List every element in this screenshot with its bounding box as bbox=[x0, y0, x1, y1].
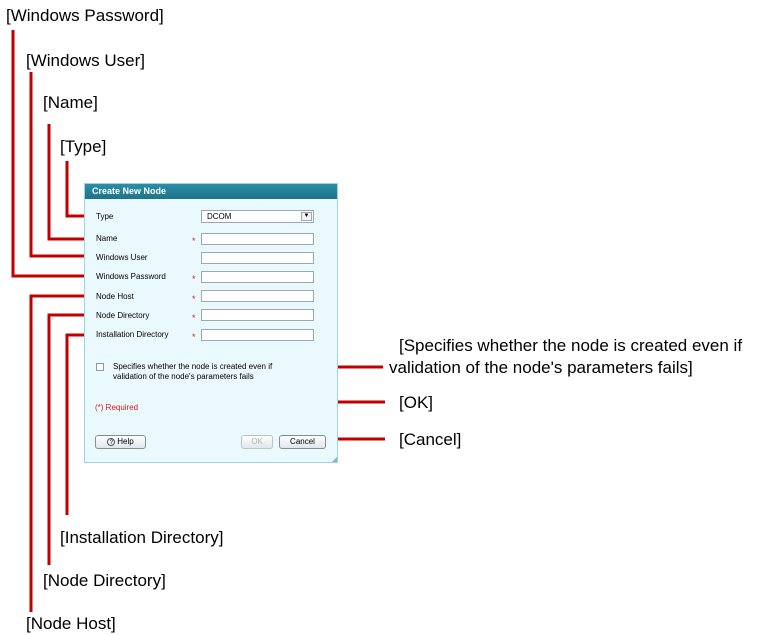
callout-node-host: [Node Host] bbox=[26, 614, 116, 633]
callout-cancel: [Cancel] bbox=[399, 430, 462, 449]
windows-password-label: Windows Password bbox=[96, 272, 166, 281]
resize-handle[interactable] bbox=[332, 457, 337, 462]
callout-node-directory: [Node Directory] bbox=[43, 571, 166, 590]
node-directory-input[interactable] bbox=[201, 309, 314, 321]
windows-password-input[interactable] bbox=[201, 271, 314, 283]
chevron-down-icon[interactable]: ▼ bbox=[301, 212, 312, 221]
type-select[interactable]: DCOM ▼ bbox=[201, 210, 314, 223]
required-mark-node-directory: * bbox=[192, 313, 196, 323]
installation-directory-input[interactable] bbox=[201, 329, 314, 341]
callout-specifies-line2: validation of the node's parameters fail… bbox=[389, 358, 693, 377]
name-label: Name bbox=[96, 234, 118, 243]
required-mark-name: * bbox=[192, 236, 196, 246]
callout-ok: [OK] bbox=[399, 393, 434, 412]
callout-windows-user: [Windows User] bbox=[26, 51, 146, 70]
callout-windows-password: [Windows Password] bbox=[6, 6, 164, 25]
installation-directory-label: Installation Directory bbox=[96, 330, 169, 339]
callout-installation-directory: [Installation Directory] bbox=[60, 528, 224, 547]
node-host-input[interactable] bbox=[201, 290, 314, 302]
required-mark-installation-directory: * bbox=[192, 332, 196, 342]
name-input[interactable] bbox=[201, 233, 314, 245]
create-new-node-dialog: Create New Node bbox=[84, 183, 338, 463]
node-host-label: Node Host bbox=[96, 292, 134, 301]
checkbox-label-line1: Specifies whether the node is created ev… bbox=[113, 362, 273, 371]
ok-button[interactable]: OK bbox=[241, 435, 273, 449]
force-create-checkbox-label: Specifies whether the node is created ev… bbox=[113, 362, 272, 382]
node-directory-label: Node Directory bbox=[96, 311, 150, 320]
callout-name: [Name] bbox=[43, 93, 98, 112]
force-create-checkbox[interactable] bbox=[96, 363, 104, 371]
type-label: Type bbox=[96, 212, 114, 221]
windows-user-label: Windows User bbox=[96, 253, 148, 262]
leader-node-host bbox=[29, 294, 90, 612]
cancel-button[interactable]: Cancel bbox=[279, 435, 326, 449]
required-note: (*) Required bbox=[95, 403, 139, 412]
windows-user-input[interactable] bbox=[201, 252, 314, 264]
help-button-label: Help bbox=[117, 437, 134, 446]
callout-type: [Type] bbox=[60, 137, 107, 156]
checkbox-label-line2: validation of the node's parameters fail… bbox=[113, 372, 254, 381]
required-mark-windows-password: * bbox=[192, 274, 196, 284]
type-select-value: DCOM bbox=[207, 212, 232, 221]
help-button[interactable]: ? Help bbox=[95, 435, 146, 449]
dialog-title: Create New Node bbox=[85, 184, 337, 199]
required-mark-node-host: * bbox=[192, 294, 196, 304]
help-icon: ? bbox=[107, 437, 116, 446]
callout-specifies-line1: [Specifies whether the node is created e… bbox=[399, 336, 743, 355]
